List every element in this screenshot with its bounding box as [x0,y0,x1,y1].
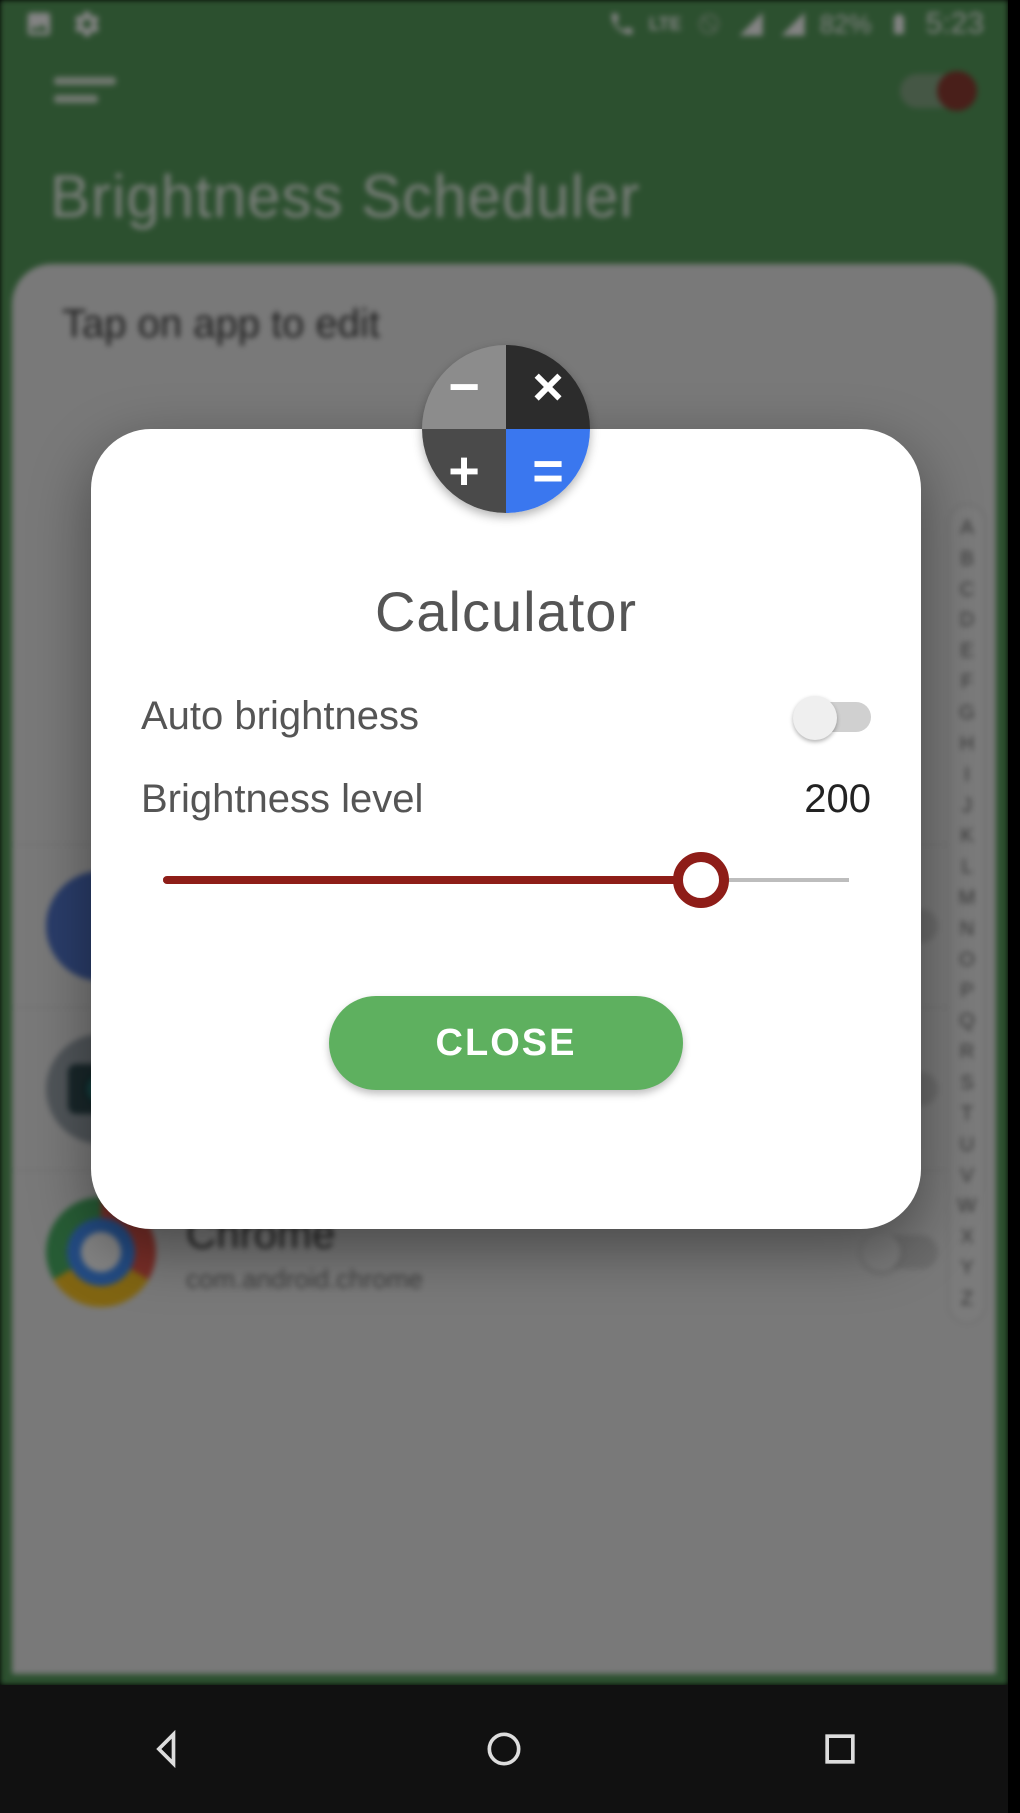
brightness-level-label: Brightness level [141,777,423,822]
minus-icon: − [422,345,506,429]
brightness-level-value: 200 [804,777,871,822]
plus-icon: + [422,429,506,513]
dialog-title: Calculator [141,579,871,644]
multiply-icon: × [506,345,590,429]
equals-icon: = [506,429,590,513]
nav-back-button[interactable] [138,1719,198,1779]
brightness-slider[interactable] [163,856,849,906]
brightness-dialog: − × + = Calculator Auto brightness Brigh… [91,429,921,1229]
calculator-app-icon: − × + = [422,345,590,513]
auto-brightness-label: Auto brightness [141,694,419,739]
nav-home-button[interactable] [474,1719,534,1779]
close-button[interactable]: CLOSE [329,996,683,1090]
nav-bar [0,1685,1008,1813]
nav-recents-button[interactable] [810,1719,870,1779]
auto-brightness-toggle[interactable] [797,702,871,732]
